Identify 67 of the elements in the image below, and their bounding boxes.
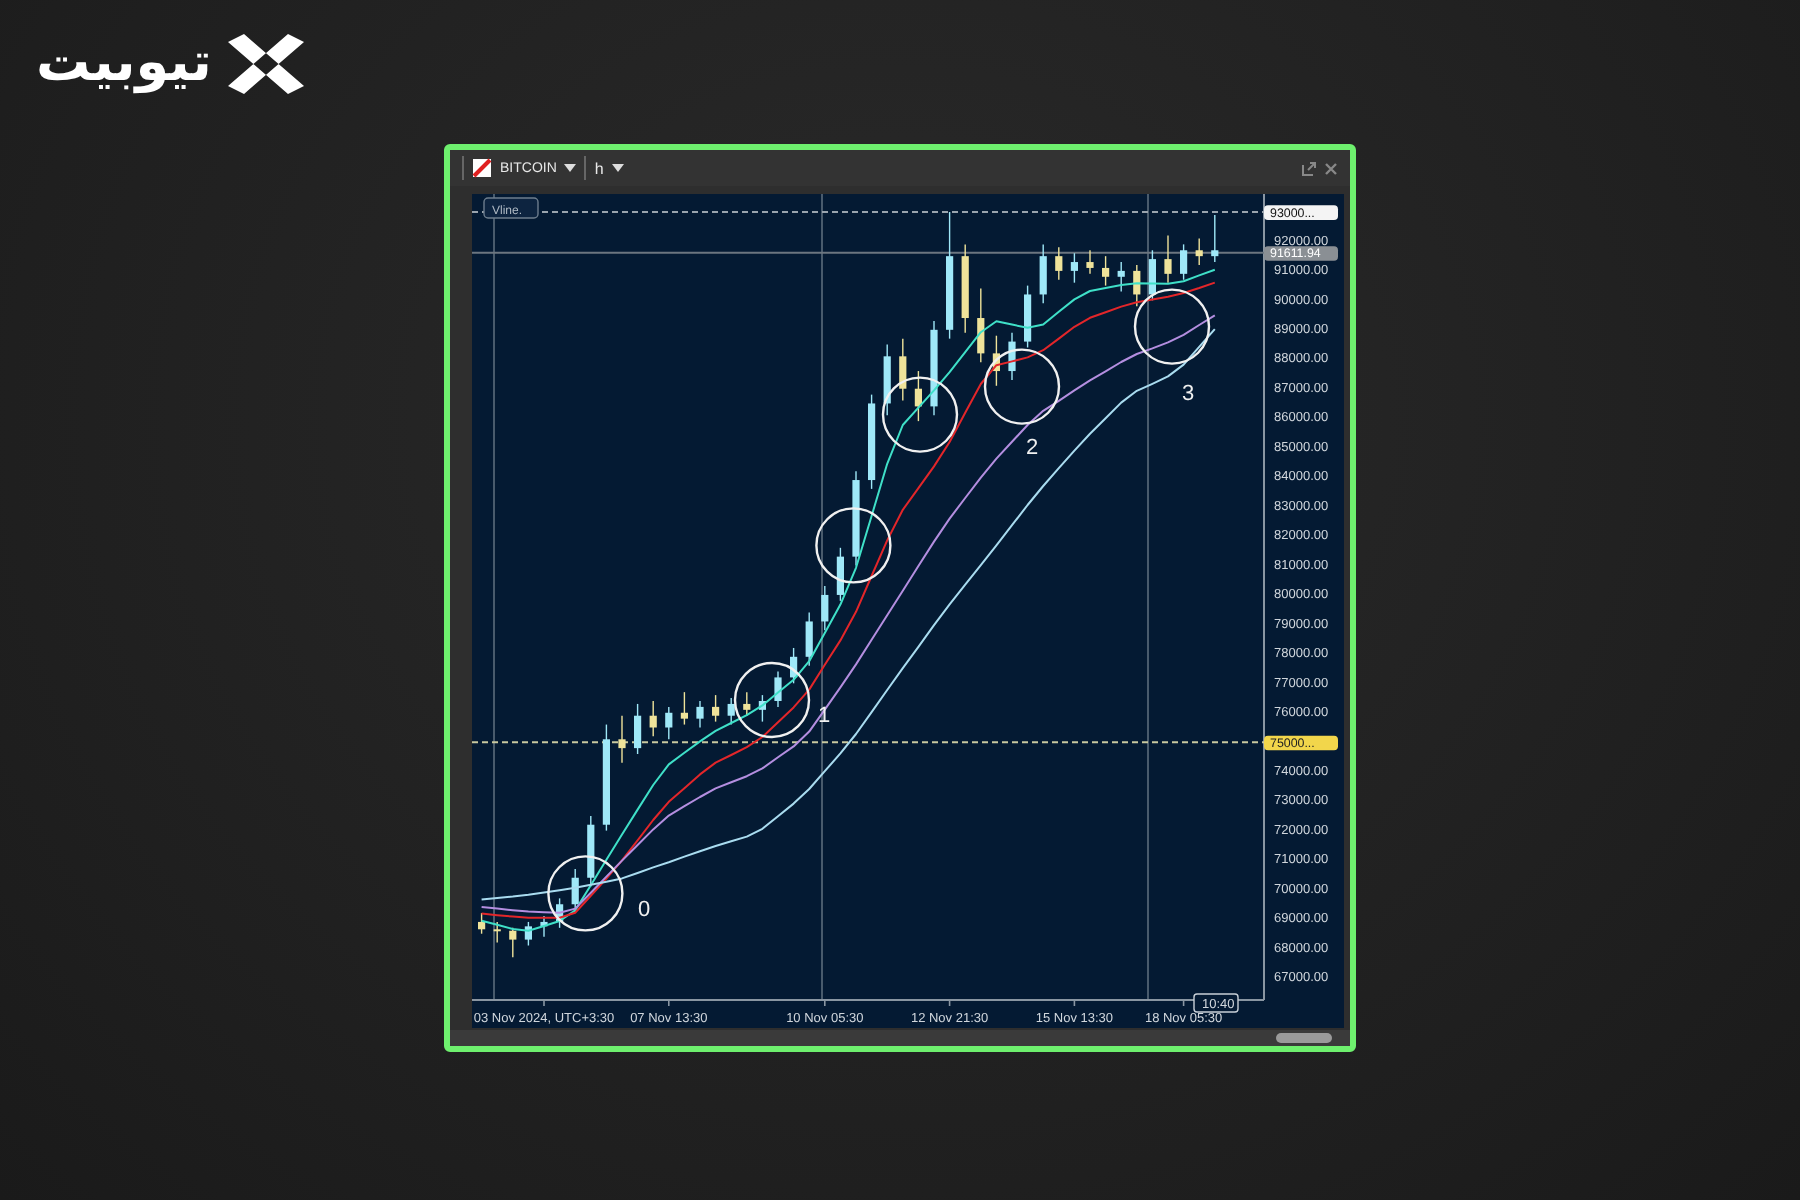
candlestick xyxy=(1039,243,1047,304)
candlestick xyxy=(727,697,735,726)
symbol-icon xyxy=(472,158,492,178)
candlestick xyxy=(1086,249,1094,275)
candlestick xyxy=(602,723,610,832)
candlestick xyxy=(1180,243,1188,281)
candlestick xyxy=(836,547,844,602)
popout-icon[interactable] xyxy=(1302,161,1316,175)
caret-icon[interactable] xyxy=(611,164,624,172)
highlight-circle xyxy=(983,348,1061,425)
candlestick xyxy=(493,921,501,944)
candlestick xyxy=(977,287,985,363)
candlestick xyxy=(1055,246,1063,281)
candlestick xyxy=(1117,261,1125,293)
highlight-circle xyxy=(1133,288,1211,365)
candlestick xyxy=(1102,255,1110,287)
candlestick xyxy=(790,647,798,685)
marker-label: 2 xyxy=(1026,436,1039,460)
candlestick xyxy=(743,691,751,717)
candlestick xyxy=(961,243,969,334)
candlestick xyxy=(634,703,642,755)
candlestick xyxy=(992,335,1000,387)
candlestick xyxy=(618,715,626,764)
timeframe-dropdown[interactable]: h xyxy=(594,159,604,177)
candlestick xyxy=(1024,284,1032,349)
candlestick xyxy=(649,700,657,738)
candlestick xyxy=(899,337,907,402)
candlestick xyxy=(1008,332,1016,381)
candlestick xyxy=(946,211,954,340)
highlight-circle xyxy=(733,661,811,739)
logo-text: تیوبیت xyxy=(36,30,212,98)
marker-label: 1 xyxy=(818,704,831,728)
marker-label: 3 xyxy=(1182,382,1195,406)
highlight-circle xyxy=(815,507,892,584)
candlestick xyxy=(805,611,813,667)
candlestick xyxy=(556,897,564,929)
scrollbar-thumb[interactable] xyxy=(1276,1033,1332,1043)
highlight-circle xyxy=(547,855,624,932)
candlestick xyxy=(680,691,688,726)
highlight-circle xyxy=(881,376,959,453)
candlestick xyxy=(712,694,720,723)
candlestick xyxy=(1133,264,1141,307)
candlestick xyxy=(1195,237,1203,266)
candlestick xyxy=(478,912,486,935)
candlestick xyxy=(914,370,922,422)
marker-label: 0 xyxy=(638,898,651,922)
logo-icon xyxy=(223,34,308,94)
candlestick xyxy=(821,585,829,631)
candlestick xyxy=(883,343,891,416)
candlestick xyxy=(540,915,548,938)
candlestick xyxy=(774,670,782,708)
candlestick xyxy=(665,706,673,740)
candlestick xyxy=(1164,234,1172,284)
vline-label-background xyxy=(483,197,539,219)
candlestick xyxy=(696,700,704,729)
candlestick xyxy=(509,927,517,958)
candlestick xyxy=(587,815,595,888)
candlestick xyxy=(1148,249,1156,302)
candlestick xyxy=(930,320,938,416)
candlestick xyxy=(1211,214,1219,263)
caret-icon[interactable] xyxy=(564,164,577,172)
candlestick xyxy=(524,921,532,947)
candlestick xyxy=(852,470,860,567)
close-icon[interactable] xyxy=(1324,161,1338,175)
candlestick xyxy=(1070,252,1078,284)
candlestick xyxy=(758,694,766,723)
candlestick xyxy=(868,393,876,490)
